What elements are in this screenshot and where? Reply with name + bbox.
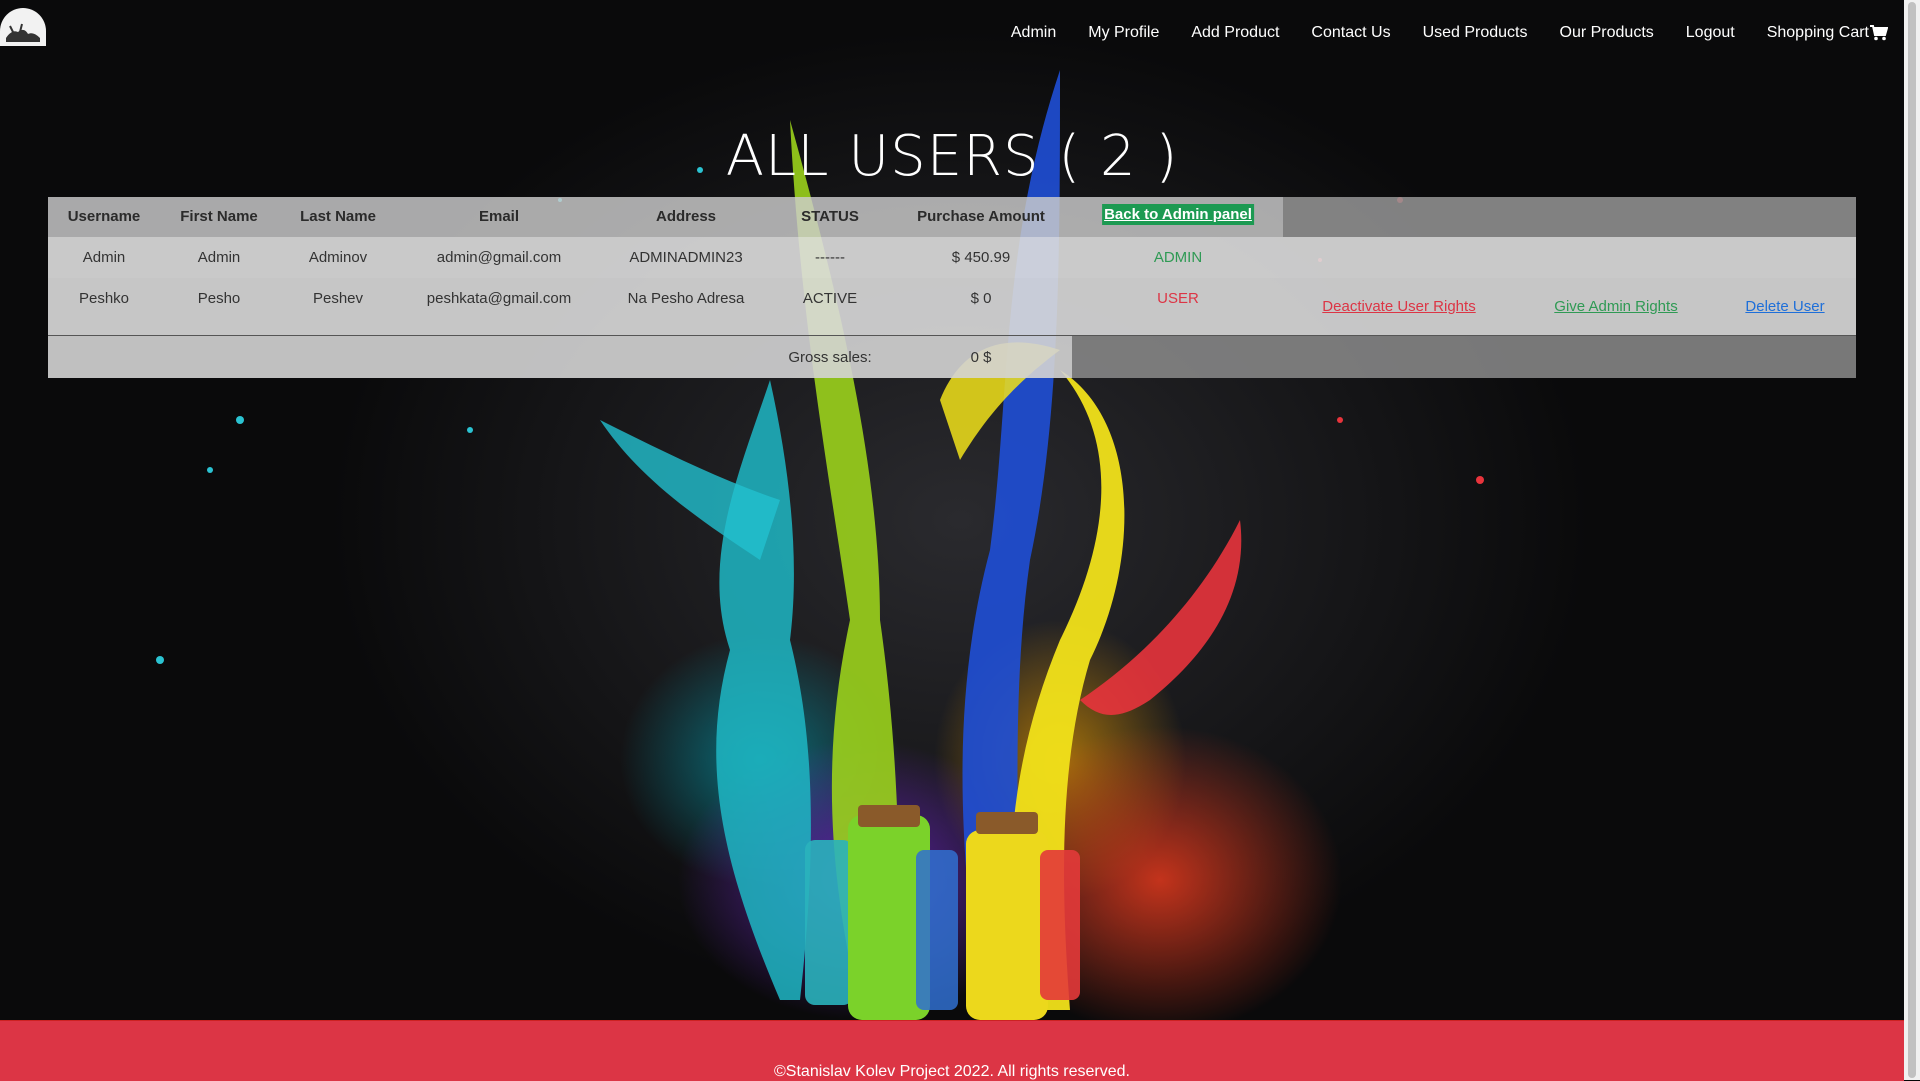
cell-email: peshkata@gmail.com — [426, 290, 572, 307]
header-purchase-amount: Purchase Amount — [917, 208, 1045, 225]
header-address: Address — [655, 208, 717, 225]
nav-logout[interactable]: Logout — [1686, 24, 1735, 42]
nav-contact-us[interactable]: Contact Us — [1311, 24, 1390, 42]
footer-copyright: ©Stanislav Kolev Project 2022. All right… — [774, 1063, 1130, 1080]
table-row: Admin Admin Adminov admin@gmail.com ADMI… — [48, 237, 1856, 278]
header-username: Username — [67, 208, 141, 225]
gross-sales-row: Gross sales: 0 $ — [48, 336, 1856, 378]
nav-used-products[interactable]: Used Products — [1423, 24, 1528, 42]
shopping-cart-label: Shopping Cart — [1766, 24, 1869, 41]
nav-our-products[interactable]: Our Products — [1560, 24, 1654, 42]
top-nav: Admin My Profile Add Product Contact Us … — [979, 24, 1888, 42]
cell-purchase-amount: $ 0 — [970, 290, 992, 307]
cell-first-name: Pesho — [197, 290, 241, 307]
cell-status: ACTIVE — [802, 290, 858, 307]
table-row: Peshko Pesho Peshev peshkata@gmail.com N… — [48, 278, 1856, 336]
cell-username: Peshko — [78, 290, 130, 307]
nav-add-product[interactable]: Add Product — [1191, 24, 1279, 42]
nav-shopping-cart[interactable]: Shopping Cart — [1767, 24, 1888, 42]
logo-icon[interactable] — [0, 8, 46, 46]
gross-sales-label: Gross sales: — [788, 349, 872, 366]
cell-email: admin@gmail.com — [436, 249, 562, 266]
header-last-name: Last Name — [300, 208, 376, 225]
header-email: Email — [478, 208, 520, 225]
page-footer: ©Stanislav Kolev Project 2022. All right… — [0, 1020, 1904, 1081]
deactivate-user-rights-link[interactable]: Deactivate User Rights — [1322, 298, 1475, 315]
cell-last-name: Peshev — [312, 290, 364, 307]
give-admin-rights-link[interactable]: Give Admin Rights — [1554, 298, 1677, 315]
page-title: ALL USERS ( 2 ) — [725, 124, 1179, 189]
nav-admin[interactable]: Admin — [1011, 24, 1056, 42]
cell-address: ADMINADMIN23 — [629, 249, 743, 266]
delete-user-link[interactable]: Delete User — [1745, 298, 1824, 315]
cell-purchase-amount: $ 450.99 — [951, 249, 1011, 266]
scrollbar-thumb[interactable] — [1908, 2, 1916, 1078]
cell-first-name: Admin — [197, 249, 241, 266]
role-badge-user: USER — [1157, 290, 1199, 307]
header-status: STATUS — [801, 208, 859, 225]
gross-sales-value: 0 $ — [970, 349, 992, 366]
cell-last-name: Adminov — [308, 249, 368, 266]
cell-address: Na Pesho Adresa — [627, 290, 745, 307]
cell-status: ------ — [815, 249, 845, 266]
table-header-row: Username First Name Last Name Email Addr… — [48, 197, 1856, 237]
back-to-admin-panel-button[interactable]: Back to Admin panel — [1102, 204, 1254, 225]
shopping-cart-icon — [1870, 25, 1888, 41]
users-table: Username First Name Last Name Email Addr… — [48, 197, 1856, 378]
cell-username: Admin — [82, 249, 126, 266]
nav-my-profile[interactable]: My Profile — [1088, 24, 1159, 42]
role-badge-admin: ADMIN — [1153, 249, 1203, 266]
header-first-name: First Name — [180, 208, 258, 225]
vertical-scrollbar[interactable] — [1904, 0, 1920, 1080]
